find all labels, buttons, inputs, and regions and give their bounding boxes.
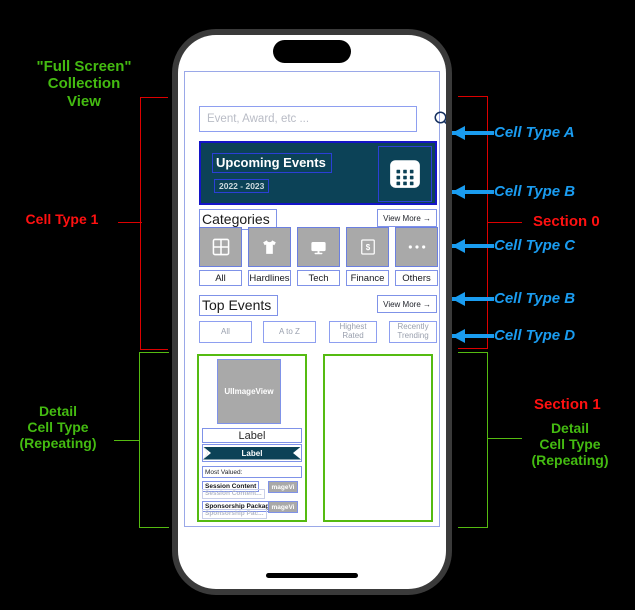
detail-row-ghost-text: Session Content... bbox=[202, 489, 265, 499]
left-leader-detail bbox=[114, 440, 140, 442]
left-bracket-section-0 bbox=[140, 97, 168, 350]
top-events-filter-row: All A to Z Highest Rated Recently Trendi… bbox=[199, 321, 437, 343]
calendar-icon bbox=[390, 160, 420, 188]
filter-chip-recently-trending[interactable]: Recently Trending bbox=[389, 321, 437, 343]
category-item-others[interactable]: Others bbox=[395, 227, 438, 286]
detail-image-placeholder: UIImageView bbox=[217, 359, 281, 424]
category-tile[interactable]: $ bbox=[346, 227, 389, 267]
detail-ribbon-label: Label bbox=[203, 446, 301, 460]
right-leader-section-0 bbox=[488, 222, 522, 224]
top-events-section-header: Top Events View More → bbox=[199, 295, 437, 316]
ellipsis-icon bbox=[408, 245, 425, 249]
banner-title: Upcoming Events bbox=[212, 153, 332, 173]
phone-screen: Event, Award, etc ... Upcoming Events 20… bbox=[178, 35, 446, 589]
annotation-left-detail-cell-type: Detail Cell Type (Repeating) bbox=[19, 403, 97, 452]
left-leader-cell-type-1 bbox=[118, 222, 142, 224]
home-indicator bbox=[266, 573, 358, 578]
annotation-cell-type-b-2: Cell Type B bbox=[494, 290, 576, 307]
detail-most-valued-label: Most Valued: bbox=[202, 466, 302, 478]
diagram-canvas: "Full Screen" Collection View Cell Type … bbox=[0, 0, 635, 610]
category-label: Others bbox=[395, 270, 438, 286]
category-label: All bbox=[199, 270, 242, 286]
top-events-title: Top Events bbox=[199, 295, 279, 316]
categories-section-header: Categories View More → bbox=[199, 209, 437, 230]
category-label: Finance bbox=[346, 270, 389, 286]
detail-row-thumbnail: mageVi bbox=[268, 501, 298, 513]
category-item-all[interactable]: All bbox=[199, 227, 242, 286]
annotation-section-1: Section 1 bbox=[534, 396, 601, 413]
annotation-cell-type-a: Cell Type A bbox=[494, 124, 575, 141]
annotation-cell-type-d: Cell Type D bbox=[494, 327, 576, 344]
detail-row-thumbnail: mageVi bbox=[268, 481, 298, 493]
category-label: Hardlines bbox=[248, 270, 291, 286]
category-label: Tech bbox=[297, 270, 340, 286]
detail-cell[interactable] bbox=[323, 354, 433, 522]
banner-subtitle: 2022 - 2023 bbox=[214, 179, 270, 193]
categories-row: All Hardlines Tech $ Finance Others bbox=[199, 227, 438, 289]
left-bracket-section-1 bbox=[139, 352, 169, 528]
tshirt-icon bbox=[263, 239, 276, 254]
monitor-icon bbox=[311, 241, 326, 254]
category-item-finance[interactable]: $ Finance bbox=[346, 227, 389, 286]
arrowhead-cell-type-b-2 bbox=[452, 292, 465, 306]
filter-chip-all[interactable]: All bbox=[199, 321, 252, 343]
detail-cell[interactable]: UIImageView Label Label Most Valued: Ses… bbox=[197, 354, 307, 522]
category-tile[interactable] bbox=[199, 227, 242, 267]
upcoming-events-banner[interactable]: Upcoming Events 2022 - 2023 bbox=[199, 141, 437, 205]
category-tile[interactable] bbox=[248, 227, 291, 267]
annotation-section-0: Section 0 bbox=[533, 213, 600, 230]
category-item-hardlines[interactable]: Hardlines bbox=[248, 227, 291, 286]
arrowhead-cell-type-a bbox=[452, 126, 465, 140]
annotation-cell-type-b-1: Cell Type B bbox=[494, 183, 576, 200]
search-input[interactable]: Event, Award, etc ... bbox=[199, 106, 417, 132]
annotation-right-detail-cell-type: Detail Cell Type (Repeating) bbox=[531, 420, 609, 469]
banner-icon-container bbox=[378, 146, 432, 202]
phone-frame: Event, Award, etc ... Upcoming Events 20… bbox=[172, 29, 452, 595]
detail-row-ghost-text: Sponsorship Pac... bbox=[202, 509, 267, 519]
annotation-cell-type-c: Cell Type C bbox=[494, 237, 576, 254]
filter-chip-a-to-z[interactable]: A to Z bbox=[263, 321, 316, 343]
detail-ribbon: Label bbox=[202, 444, 302, 462]
arrowhead-cell-type-b-1 bbox=[452, 185, 465, 199]
search-icon[interactable] bbox=[433, 110, 446, 128]
category-tile[interactable] bbox=[395, 227, 438, 267]
svg-text:$: $ bbox=[365, 243, 370, 252]
dynamic-island bbox=[273, 40, 351, 63]
annotation-full-screen-collection-view: "Full Screen" Collection View bbox=[36, 58, 132, 110]
right-bracket-section-1 bbox=[458, 352, 488, 528]
full-screen-collection-view[interactable]: Event, Award, etc ... Upcoming Events 20… bbox=[184, 71, 446, 527]
detail-title-label: Label bbox=[202, 428, 302, 443]
arrowhead-cell-type-d bbox=[452, 329, 465, 343]
category-item-tech[interactable]: Tech bbox=[297, 227, 340, 286]
categories-view-more-button[interactable]: View More → bbox=[377, 209, 437, 227]
filter-chip-highest-rated[interactable]: Highest Rated bbox=[329, 321, 377, 343]
top-events-view-more-button[interactable]: View More → bbox=[377, 295, 437, 313]
right-leader-section-1 bbox=[488, 438, 522, 440]
annotation-cell-type-1: Cell Type 1 bbox=[25, 211, 99, 227]
search-row: Event, Award, etc ... bbox=[199, 106, 446, 132]
dollar-bill-icon: $ bbox=[360, 239, 375, 255]
search-placeholder: Event, Award, etc ... bbox=[207, 113, 310, 125]
grid-icon bbox=[212, 238, 229, 256]
arrowhead-cell-type-c bbox=[452, 239, 465, 253]
category-tile[interactable] bbox=[297, 227, 340, 267]
